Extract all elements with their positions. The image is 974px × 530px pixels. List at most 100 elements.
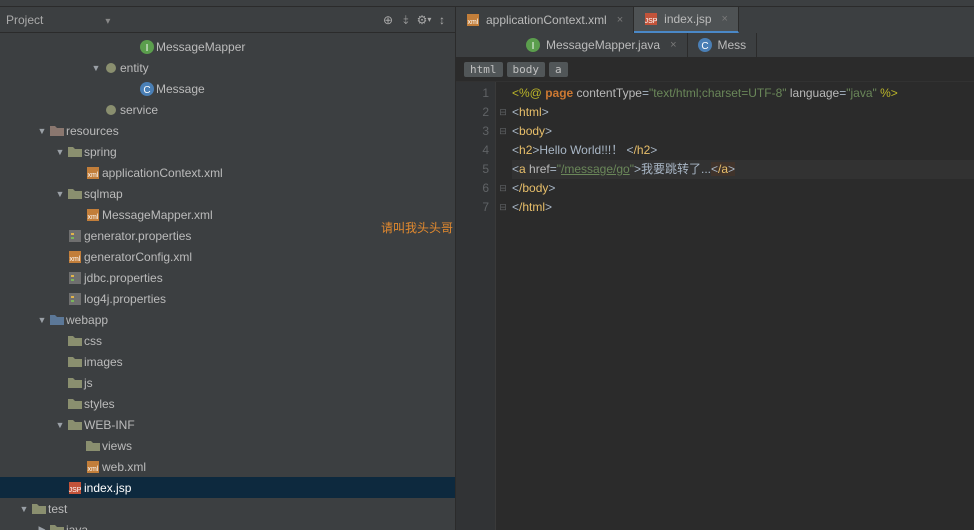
tree-row[interactable]: generator.properties: [0, 225, 455, 246]
editor-area: xmlapplicationContext.xml×JSPindex.jsp× …: [456, 7, 974, 530]
tree-item-label: spring: [84, 145, 117, 159]
tree-row[interactable]: xmlgeneratorConfig.xml: [0, 246, 455, 267]
expand-arrow-icon[interactable]: [54, 189, 66, 199]
tree-row[interactable]: log4j.properties: [0, 288, 455, 309]
breadcrumb-item[interactable]: body: [507, 62, 546, 77]
editor-tab[interactable]: JSP index.jsp ×: [634, 7, 739, 33]
svg-text:xml: xml: [70, 256, 81, 263]
close-icon[interactable]: ×: [617, 14, 623, 26]
xml-icon: xml: [84, 459, 102, 475]
project-header: Project ⊕ ⤈ ⚙▾ ↕: [0, 7, 455, 33]
tree-row[interactable]: xmlapplicationContext.xml: [0, 162, 455, 183]
tree-row[interactable]: CMessage: [0, 78, 455, 99]
expand-arrow-icon[interactable]: [36, 126, 48, 136]
code-line[interactable]: <html>: [512, 103, 974, 122]
project-tree[interactable]: IMessageMapperentityCMessage serviceresou…: [0, 33, 455, 530]
tree-row[interactable]: views: [0, 435, 455, 456]
svg-text:C: C: [143, 85, 150, 96]
svg-text:xml: xml: [88, 214, 99, 221]
code-area[interactable]: <%@ page contentType="text/html;charset=…: [510, 82, 974, 530]
sort-icon[interactable]: ↕: [433, 11, 451, 29]
tree-row[interactable]: service: [0, 99, 455, 120]
svg-text:xml: xml: [88, 466, 99, 473]
fold-toggle-icon[interactable]: ⊟: [496, 198, 510, 217]
tree-row[interactable]: spring: [0, 141, 455, 162]
tree-row[interactable]: IMessageMapper: [0, 36, 455, 57]
folder-icon: [66, 375, 84, 391]
tree-item-label: js: [84, 376, 93, 390]
breadcrumb-item[interactable]: html: [464, 62, 503, 77]
tree-row[interactable]: sqlmap: [0, 183, 455, 204]
tree-row[interactable]: test: [0, 498, 455, 519]
tree-row[interactable]: images: [0, 351, 455, 372]
locate-icon[interactable]: ⊕: [379, 11, 397, 29]
tree-item-label: java: [66, 523, 88, 530]
tab-label: applicationContext.xml: [486, 13, 607, 27]
tree-row[interactable]: WEB-INF: [0, 414, 455, 435]
props-icon: [66, 270, 84, 286]
tree-item-label: css: [84, 334, 102, 348]
tree-row[interactable]: js: [0, 372, 455, 393]
folder-icon: [66, 144, 84, 160]
folder-icon: [66, 396, 84, 412]
tree-item-label: resources: [66, 124, 119, 138]
tree-row[interactable]: resources: [0, 120, 455, 141]
code-line[interactable]: <h2>Hello World!!!！ </h2>: [512, 141, 974, 160]
expand-arrow-icon[interactable]: [36, 524, 48, 530]
xml-icon: xml: [84, 165, 102, 181]
tree-row[interactable]: jdbc.properties: [0, 267, 455, 288]
tree-row[interactable]: webapp: [0, 309, 455, 330]
tree-item-label: service: [120, 103, 158, 117]
fold-gutter[interactable]: ⊟⊟⊟⊟: [496, 82, 510, 530]
close-icon[interactable]: ×: [670, 39, 676, 51]
code-line[interactable]: </body>: [512, 179, 974, 198]
svg-text:C: C: [701, 41, 708, 52]
tree-row[interactable]: java: [0, 519, 455, 530]
code-line[interactable]: <%@ page contentType="text/html;charset=…: [512, 84, 974, 103]
breadcrumb-item[interactable]: a: [549, 62, 568, 77]
tree-item-label: MessageMapper.xml: [102, 208, 213, 222]
tree-row[interactable]: css: [0, 330, 455, 351]
code-line[interactable]: <body>: [512, 122, 974, 141]
line-number: 7: [456, 198, 489, 217]
expand-arrow-icon[interactable]: [18, 504, 30, 514]
editor-tabs: xmlapplicationContext.xml×JSPindex.jsp× …: [456, 7, 974, 58]
tree-row[interactable]: styles: [0, 393, 455, 414]
code-line[interactable]: <a href="/message/go">我要跳转了...</a>: [512, 160, 974, 179]
tree-row[interactable]: xmlweb.xml: [0, 456, 455, 477]
fold-toggle-icon[interactable]: ⊟: [496, 122, 510, 141]
package-icon: [102, 60, 120, 76]
expand-arrow-icon[interactable]: [36, 315, 48, 325]
code-line[interactable]: </html>: [512, 198, 974, 217]
editor-tab[interactable]: xmlapplicationContext.xml×: [456, 7, 634, 33]
tree-row[interactable]: entity: [0, 57, 455, 78]
close-icon[interactable]: ×: [722, 13, 728, 25]
collapse-all-icon[interactable]: ⤈: [397, 11, 415, 29]
code-editor[interactable]: 1234567 ⊟⊟⊟⊟ <%@ page contentType="text/…: [456, 82, 974, 530]
project-title: Project: [4, 13, 43, 27]
tree-item-label: log4j.properties: [84, 292, 166, 306]
line-number: 5: [456, 160, 489, 179]
expand-arrow-icon[interactable]: [54, 147, 66, 157]
editor-tab[interactable]: IMessageMapper.java×: [516, 33, 688, 57]
tree-row[interactable]: xmlMessageMapper.xml: [0, 204, 455, 225]
tree-item-label: test: [48, 502, 67, 516]
tree-row[interactable]: JSPindex.jsp: [0, 477, 455, 498]
editor-tab[interactable]: CMess: [688, 33, 758, 57]
fold-toggle-icon[interactable]: ⊟: [496, 179, 510, 198]
editor-breadcrumb: html bodya: [456, 58, 974, 82]
gear-icon[interactable]: ⚙▾: [415, 11, 433, 29]
expand-arrow-icon[interactable]: [54, 420, 66, 430]
project-view-dropdown[interactable]: [103, 13, 110, 27]
fold-toggle-icon[interactable]: ⊟: [496, 103, 510, 122]
fold-toggle-icon: [496, 84, 510, 103]
jsp-icon: JSP: [66, 480, 84, 496]
svg-text:JSP: JSP: [69, 487, 82, 494]
jsp-icon: JSP: [642, 11, 660, 27]
line-number: 1: [456, 84, 489, 103]
tree-item-label: jdbc.properties: [84, 271, 163, 285]
tree-item-label: styles: [84, 397, 115, 411]
tree-item-label: web.xml: [102, 460, 146, 474]
expand-arrow-icon[interactable]: [90, 63, 102, 73]
tab-label: index.jsp: [664, 12, 711, 26]
